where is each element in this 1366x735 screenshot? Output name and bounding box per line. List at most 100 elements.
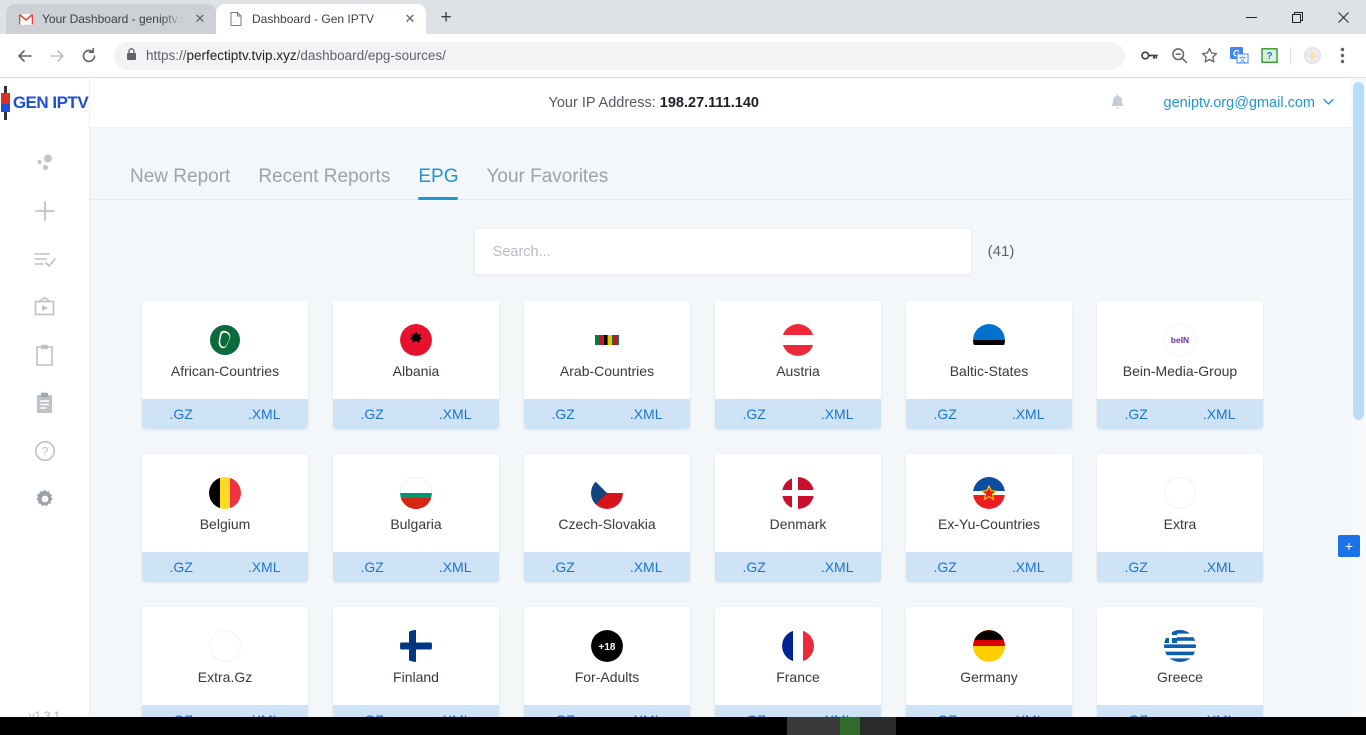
- epg-card-body: Greece: [1097, 607, 1263, 705]
- app-logo[interactable]: GEN IPTV: [0, 78, 89, 128]
- address-bar[interactable]: https://perfectiptv.tvip.xyz/dashboard/e…: [114, 41, 1125, 70]
- arab-league-flag: [591, 324, 623, 357]
- key-icon[interactable]: [1135, 42, 1163, 70]
- epg-card-name: Bulgaria: [390, 516, 442, 533]
- epg-card[interactable]: Czech-Slovakia .GZ .XML: [524, 454, 690, 582]
- epg-card-name: Greece: [1157, 669, 1203, 686]
- maximize-restore-button[interactable]: [1274, 0, 1320, 34]
- epg-card[interactable]: Baltic-States .GZ .XML: [906, 301, 1072, 429]
- epg-card-name: France: [776, 669, 820, 686]
- browser-tab-1-title: Your Dashboard - geniptv.org@g: [42, 12, 184, 26]
- new-tab-button[interactable]: +: [432, 4, 460, 32]
- xml-link[interactable]: .XML: [1203, 559, 1236, 575]
- sidebar-item-channels[interactable]: [28, 296, 62, 322]
- tab-epg[interactable]: EPG: [418, 166, 459, 200]
- sidebar-item-add[interactable]: [28, 200, 62, 226]
- xml-link[interactable]: .XML: [1012, 406, 1045, 422]
- gz-link[interactable]: .GZ: [1124, 406, 1147, 422]
- epg-card-name: Extra: [1163, 516, 1197, 533]
- xml-link[interactable]: .XML: [439, 406, 472, 422]
- epg-card[interactable]: Ex-Yu-Countries .GZ .XML: [906, 454, 1072, 582]
- sidebar-item-tasks[interactable]: [28, 248, 62, 274]
- xml-link[interactable]: .XML: [630, 559, 663, 575]
- bein-logo: beIN: [1164, 324, 1196, 357]
- germany-flag: [973, 630, 1005, 663]
- gz-link[interactable]: .GZ: [551, 406, 574, 422]
- gz-link[interactable]: .GZ: [933, 406, 956, 422]
- sidebar-item-dashboard[interactable]: [28, 152, 62, 178]
- search-box[interactable]: [473, 228, 972, 275]
- epg-card[interactable]: Belgium .GZ .XML: [142, 454, 308, 582]
- epg-card[interactable]: Extra .GZ .XML: [1097, 454, 1263, 582]
- epg-card[interactable]: Finland .GZ .XML: [333, 607, 499, 735]
- menu-icon[interactable]: [1328, 42, 1356, 70]
- minimize-button[interactable]: [1228, 0, 1274, 34]
- xml-link[interactable]: .XML: [630, 406, 663, 422]
- toolbar-divider: [1290, 46, 1291, 65]
- epg-card[interactable]: Bulgaria .GZ .XML: [333, 454, 499, 582]
- xml-link[interactable]: .XML: [1012, 559, 1045, 575]
- xml-link[interactable]: .XML: [248, 406, 281, 422]
- sidebar-item-logs[interactable]: [28, 392, 62, 418]
- xml-link[interactable]: .XML: [821, 406, 854, 422]
- epg-card-name: Bein-Media-Group: [1122, 363, 1238, 380]
- search-input[interactable]: [492, 243, 953, 260]
- gz-link[interactable]: .GZ: [551, 559, 574, 575]
- xml-link[interactable]: .XML: [821, 559, 854, 575]
- browser-tab-2[interactable]: Dashboard - Gen IPTV ✕: [216, 4, 426, 34]
- translate-icon[interactable]: G文: [1225, 42, 1253, 70]
- epg-card[interactable]: France .GZ .XML: [715, 607, 881, 735]
- epg-card-name: For-Adults: [574, 669, 640, 686]
- gz-link[interactable]: .GZ: [742, 406, 765, 422]
- france-flag: [782, 630, 814, 663]
- epg-card[interactable]: Austria .GZ .XML: [715, 301, 881, 429]
- gear-icon: [34, 488, 56, 515]
- scrollbar-thumb[interactable]: [1353, 82, 1364, 420]
- gz-link[interactable]: .GZ: [360, 406, 383, 422]
- add-source-button[interactable]: +: [1338, 535, 1360, 557]
- sidebar-item-reports[interactable]: [28, 344, 62, 370]
- gz-link[interactable]: .GZ: [933, 559, 956, 575]
- chevron-down-icon[interactable]: [1323, 97, 1334, 109]
- bookmark-star-icon[interactable]: [1195, 42, 1223, 70]
- xml-link[interactable]: .XML: [439, 559, 472, 575]
- gz-link[interactable]: .GZ: [169, 559, 192, 575]
- gz-link[interactable]: .GZ: [360, 559, 383, 575]
- taskbar-item[interactable]: [840, 717, 860, 735]
- zoom-out-icon[interactable]: [1165, 42, 1193, 70]
- epg-card[interactable]: Greece .GZ .XML: [1097, 607, 1263, 735]
- taskbar-item[interactable]: [860, 717, 896, 735]
- epg-card[interactable]: beIN Bein-Media-Group .GZ .XML: [1097, 301, 1263, 429]
- reload-icon[interactable]: [74, 41, 104, 71]
- sidebar-item-help[interactable]: ?: [28, 440, 62, 466]
- back-icon[interactable]: [10, 41, 40, 71]
- taskbar-item[interactable]: [787, 717, 840, 735]
- tab-your-favorites[interactable]: Your Favorites: [486, 166, 608, 199]
- xml-link[interactable]: .XML: [248, 559, 281, 575]
- epg-card[interactable]: Arab-Countries .GZ .XML: [524, 301, 690, 429]
- notification-bell-icon[interactable]: [1098, 93, 1138, 112]
- page-scrollbar[interactable]: [1351, 78, 1366, 735]
- xml-link[interactable]: .XML: [1203, 406, 1236, 422]
- tab-recent-reports[interactable]: Recent Reports: [258, 166, 390, 199]
- close-window-button[interactable]: [1320, 0, 1366, 34]
- epg-card[interactable]: +18 For-Adults .GZ .XML: [524, 607, 690, 735]
- gz-link[interactable]: .GZ: [1124, 559, 1147, 575]
- epg-card[interactable]: Germany .GZ .XML: [906, 607, 1072, 735]
- sidebar-item-settings[interactable]: [28, 488, 62, 514]
- close-icon[interactable]: ✕: [402, 11, 418, 27]
- epg-card[interactable]: Albania .GZ .XML: [333, 301, 499, 429]
- forward-icon[interactable]: [42, 41, 72, 71]
- epg-card[interactable]: Denmark .GZ .XML: [715, 454, 881, 582]
- gz-link[interactable]: .GZ: [742, 559, 765, 575]
- epg-card[interactable]: African-Countries .GZ .XML: [142, 301, 308, 429]
- user-email[interactable]: geniptv.org@gmail.com: [1164, 95, 1315, 111]
- close-icon[interactable]: ✕: [192, 11, 208, 27]
- epg-card[interactable]: Extra.Gz .GZ .XML: [142, 607, 308, 735]
- extension-icon[interactable]: ?: [1255, 42, 1283, 70]
- app-sidebar: GEN IPTV ?: [0, 78, 90, 735]
- browser-tab-1[interactable]: Your Dashboard - geniptv.org@g ✕: [6, 4, 216, 34]
- tab-new-report[interactable]: New Report: [130, 166, 230, 199]
- profile-icon[interactable]: [1298, 42, 1326, 70]
- gz-link[interactable]: .GZ: [169, 406, 192, 422]
